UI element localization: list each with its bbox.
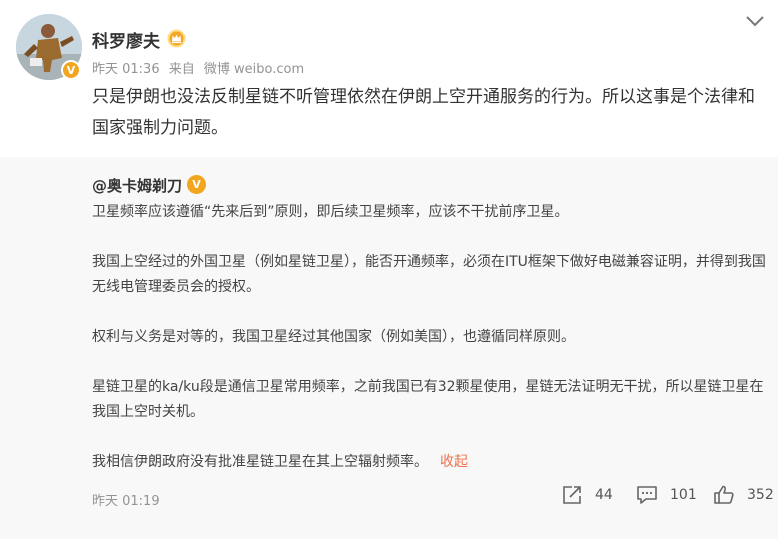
collapse-link[interactable]: 收起	[440, 454, 468, 470]
post-meta: 昨天 01:36 来自 微博 weibo.com	[92, 58, 309, 77]
repost-author[interactable]: @奥卡姆剃刀	[92, 175, 182, 196]
comment-button[interactable]: 101	[636, 485, 697, 505]
repost-paragraph-last: 我相信伊朗政府没有批准星链卫星在其上空辐射频率。 收起	[92, 450, 768, 475]
repost-card[interactable]: @奥卡姆剃刀 V 卫星频率应该遵循“先来后到”原则，即后续卫星频率，应该不干扰前…	[0, 157, 778, 539]
comment-icon	[637, 486, 657, 504]
source-prefix: 来自	[168, 62, 195, 77]
like-icon	[714, 485, 734, 504]
crown-badge-icon[interactable]	[167, 29, 186, 48]
chevron-down-icon[interactable]	[744, 14, 766, 28]
repost-body: 卫星频率应该遵循“先来后到”原则，即后续卫星频率，应该不干扰前序卫星。 我国上空…	[92, 200, 768, 475]
repost-verified-badge: V	[187, 175, 206, 194]
verified-badge: V	[61, 60, 81, 80]
like-count: 352	[747, 487, 774, 503]
like-button[interactable]: 352	[713, 485, 774, 505]
post-time[interactable]: 昨天 01:36	[92, 62, 160, 77]
share-icon	[563, 486, 581, 504]
repost-paragraph: 星链卫星的ka/ku段是通信卫星常用频率，之前我国已有32颗星使用，星链无法证明…	[92, 379, 764, 420]
post-source[interactable]: 微博 weibo.com	[204, 62, 304, 77]
repost-paragraph: 我国上空经过的外国卫星（例如星链卫星），能否开通频率，必须在ITU框架下做好电磁…	[92, 254, 766, 295]
share-button[interactable]: 44	[561, 485, 613, 505]
username[interactable]: 科罗廖夫	[92, 27, 160, 52]
share-count: 44	[595, 487, 613, 503]
repost-paragraph: 卫星频率应该遵循“先来后到”原则，即后续卫星频率，应该不干扰前序卫星。	[92, 204, 569, 220]
repost-paragraph: 权利与义务是对等的，我国卫星经过其他国家（例如美国），也遵循同样原则。	[92, 329, 575, 345]
repost-paragraph-text: 我相信伊朗政府没有批准星链卫星在其上空辐射频率。	[92, 454, 428, 470]
post-text: 只是伊朗也没法反制星链不听管理依然在伊朗上空开通服务的行为。所以这事是个法律和国…	[92, 87, 755, 138]
repost-time[interactable]: 昨天 01:19	[92, 490, 160, 509]
comment-count: 101	[670, 487, 697, 503]
